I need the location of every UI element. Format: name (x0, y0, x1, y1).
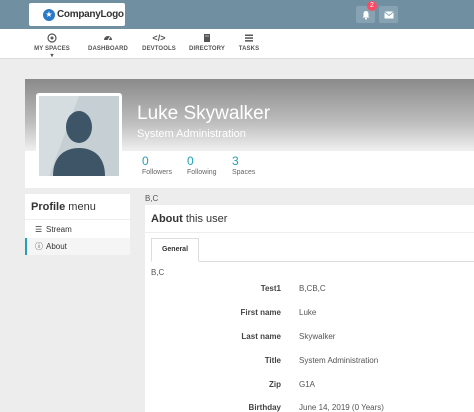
field-label-last-name: Last name (241, 332, 281, 341)
avatar[interactable] (36, 93, 122, 179)
sidebar-item-about[interactable]: ⓘ About (25, 238, 130, 255)
section-note: B,C (151, 268, 165, 277)
profile-header: Luke Skywalker System Administration 0 F… (25, 79, 474, 188)
sidebar-item-label: About (46, 242, 67, 251)
main-navigation: MY SPACES ▾ DASHBOARD </> DEVTOOLS DIREC… (0, 29, 474, 59)
about-panel: About this user General B,C Test1 B,CB,C… (145, 205, 474, 412)
user-silhouette-icon (49, 96, 119, 176)
nav-label: MY SPACES (34, 46, 70, 52)
notification-badge: 2 (367, 1, 377, 11)
nav-label: TASKS (238, 46, 260, 52)
nav-dashboard[interactable]: DASHBOARD (88, 33, 128, 52)
dashboard-icon (104, 36, 112, 41)
info-icon: ⓘ (35, 242, 43, 251)
profile-role: System Administration (137, 128, 246, 140)
nav-directory[interactable]: DIRECTORY (188, 33, 226, 52)
target-icon (47, 33, 57, 43)
page-title-rest: this user (185, 213, 228, 225)
spaces-count: 3 (232, 154, 239, 168)
sidebar-item-stream[interactable]: ☰ Stream (25, 221, 130, 238)
logo-text: CompanyLogo (57, 9, 124, 20)
spaces-stat[interactable]: 3 Spaces (232, 154, 255, 176)
field-label-birthday: Birthday (248, 403, 281, 412)
followers-count: 0 (142, 154, 149, 168)
following-count: 0 (187, 154, 194, 168)
code-icon: </> (152, 33, 166, 43)
nav-devtools[interactable]: </> DEVTOOLS (141, 33, 177, 52)
page-title-bold: About (151, 213, 183, 225)
nav-my-spaces[interactable]: MY SPACES ▾ (32, 33, 72, 59)
spaces-label: Spaces (232, 169, 256, 176)
following-stat[interactable]: 0 Following (187, 154, 217, 176)
nav-tasks[interactable]: TASKS (237, 33, 261, 52)
followers-stat[interactable]: 0 Followers (142, 154, 172, 176)
field-value-birthday: June 14, 2019 (0 Years) (299, 403, 384, 412)
field-label-test1: Test1 (260, 284, 281, 293)
profile-menu-title: Profile menu (31, 201, 96, 213)
nav-label: DIRECTORY (189, 46, 225, 52)
field-label-first-name: First name (240, 308, 281, 317)
profile-name: Luke Skywalker (137, 103, 271, 124)
nav-label: DASHBOARD (88, 46, 128, 52)
nav-label: DEVTOOLS (142, 46, 176, 52)
field-value-last-name: Skywalker (299, 332, 336, 341)
page-title: About this user (151, 213, 227, 225)
company-logo[interactable]: ★ CompanyLogo (29, 3, 125, 26)
breadcrumb: B,C (145, 194, 159, 203)
sidebar-item-label: Stream (46, 225, 72, 234)
field-value-zip: G1A (299, 380, 316, 389)
field-value-first-name: Luke (299, 308, 317, 317)
field-label-title: Title (264, 356, 281, 365)
field-value-test1: B,CB,C (299, 284, 326, 293)
field-value-title: System Administration (299, 356, 379, 365)
profile-menu-title-bold: Profile (31, 201, 66, 213)
divider (145, 232, 474, 233)
envelope-icon (383, 10, 394, 18)
divider (25, 219, 130, 220)
chevron-down-icon: ▾ (50, 53, 54, 59)
tasks-icon (245, 34, 253, 42)
tab-underline (151, 261, 474, 262)
field-label-zip: Zip (269, 380, 281, 389)
star-icon: ★ (43, 8, 55, 21)
followers-label: Followers (142, 169, 172, 176)
book-icon (204, 34, 210, 42)
messages-button[interactable] (379, 6, 398, 23)
top-bar: ★ CompanyLogo 2 (0, 0, 474, 29)
list-icon: ☰ (35, 225, 43, 234)
profile-menu-title-rest: menu (68, 201, 96, 213)
tab-general[interactable]: General (151, 238, 199, 262)
following-label: Following (187, 169, 217, 176)
bell-icon (362, 10, 369, 20)
profile-menu: Profile menu ☰ Stream ⓘ About (25, 194, 130, 255)
